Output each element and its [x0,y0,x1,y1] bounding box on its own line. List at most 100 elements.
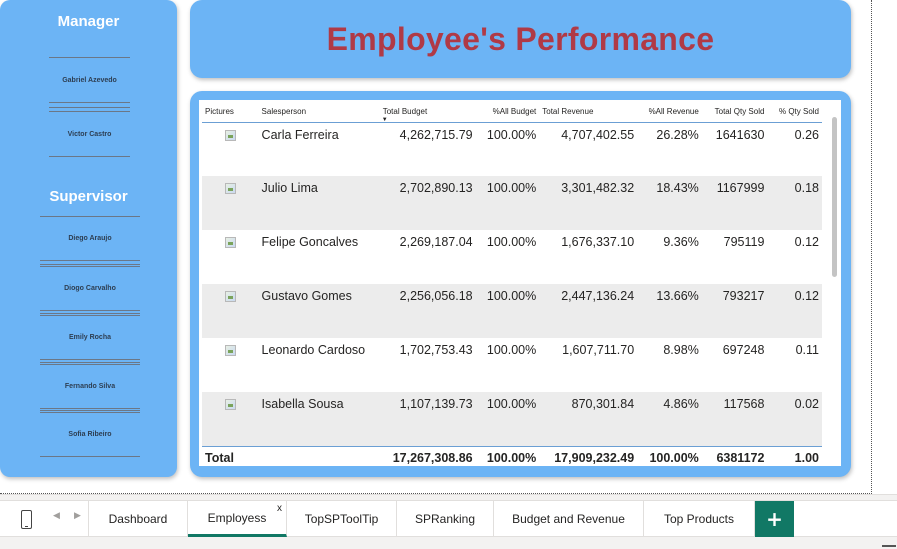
table-row[interactable]: Gustavo Gomes 2,256,056.18 100.00% 2,447… [202,284,822,338]
column-header-label: Total Budget [382,107,428,117]
broken-image-icon [225,237,236,248]
all-budget-cell: 100.00% [486,343,537,357]
column-header-total-budget[interactable]: Total Budget ▼ [379,102,476,123]
column-header-qty-sold-pct[interactable]: % Qty Sold [767,102,822,123]
total-revenue-cell: 3,301,482.32 [539,176,638,230]
supervisor-button-diogo-carvalho[interactable]: Diogo Carvalho [40,266,140,311]
all-revenue-cell: 8.98% [663,343,699,357]
broken-image-icon [225,129,236,141]
manager-heading: Manager [57,13,120,30]
total-all-budget: 100.00% [475,445,540,470]
supervisor-button-fernando-silva[interactable]: Fernando Silva [40,364,140,409]
supervisor-button-label: Fernando Silva [64,383,116,390]
all-budget-cell: 100.00% [475,392,540,446]
supervisor-button-label: Diego Araujo [68,235,112,242]
column-header-all-revenue[interactable]: %All Revenue [637,102,702,123]
canvas-boundary [871,0,872,494]
total-revenue-cell: 4,707,402.55 [561,127,635,142]
qty-pct-cell: 0.02 [767,392,822,446]
salesperson-cell: Gustavo Gomes [258,284,380,338]
column-header-total-qty-sold[interactable]: Total Qty Sold [701,102,768,123]
column-header-all-budget[interactable]: %All Budget [475,102,540,123]
broken-image-icon [225,291,236,302]
scroll-tabs-right-icon[interactable]: ▶ [74,511,81,521]
tab-strip: ◀ ▶ Dashboard Employess x TopSPToolTip S… [0,500,897,537]
add-page-button[interactable]: + [755,501,794,537]
vertical-scrollbar-thumb[interactable] [832,117,837,277]
total-revenue-cell: 2,447,136.24 [539,284,638,338]
table-row[interactable]: Carla Ferreira 4,262,715.79 100.00% 4,70… [202,122,822,176]
report-canvas: Manager Gabriel Azevedo Victor Castro Su… [0,0,872,494]
supervisor-button-label: Diogo Carvalho [64,285,116,292]
table-total-row: Total 17,267,308.86 100.00% 17,909,232.4… [202,445,822,470]
supervisor-heading: Supervisor [49,188,128,205]
total-qty-cell: 697248 [722,343,765,357]
total-revenue-cell: 1,676,337.10 [561,235,635,249]
salesperson-cell: Julio Lima [258,176,380,230]
broken-image-icon [225,399,236,410]
tab-budget-and-revenue[interactable]: Budget and Revenue [494,501,644,537]
salesperson-cell: Isabella Sousa [258,392,380,446]
divider [40,362,140,363]
table-row[interactable]: Leonardo Cardoso 1,702,753.43 100.00% 1,… [202,338,822,392]
sort-descending-icon: ▼ [381,116,388,123]
scroll-tabs-left-icon[interactable]: ◀ [53,511,60,521]
salesperson-cell: Carla Ferreira [261,127,339,142]
page-tab-bar: ◀ ▶ Dashboard Employess x TopSPToolTip S… [0,494,897,549]
broken-image-icon [225,183,236,194]
divider [40,264,140,265]
manager-button-label: Gabriel Azevedo [62,76,117,84]
tab-topsptooltip[interactable]: TopSPToolTip [287,501,397,537]
table-row[interactable]: Isabella Sousa 1,107,139.73 100.00% 870,… [202,392,822,446]
close-tab-icon[interactable]: x [277,503,282,514]
total-qty-cell: 793217 [701,284,768,338]
supervisor-button-sofia-ribeiro[interactable]: Sofia Ribeiro [40,412,140,457]
total-budget-cell: 2,269,187.04 [399,235,473,249]
tab-label: Dashboard [108,512,168,526]
total-revenue-cell: 870,301.84 [539,392,638,446]
picture-cell [202,284,259,338]
tab-label: Employess [207,510,267,525]
salesperson-cell: Felipe Goncalves [261,235,359,249]
total-budget-cell: 1,702,753.43 [399,343,473,357]
tab-label: Top Products [663,512,735,526]
column-header-pictures[interactable]: Pictures [202,102,259,123]
column-header-salesperson[interactable]: Salesperson [258,102,380,123]
picture-cell [202,338,259,392]
qty-pct-cell: 0.26 [794,127,819,142]
table-header-row: Pictures Salesperson Total Budget ▼ %All… [202,102,822,123]
tab-top-products[interactable]: Top Products [644,501,755,537]
total-budget-sum: 17,267,308.86 [379,445,476,470]
manager-button-gabriel-azevedo[interactable]: Gabriel Azevedo [49,57,130,103]
supervisor-button-diego-araujo[interactable]: Diego Araujo [40,216,140,261]
performance-table-panel: Pictures Salesperson Total Budget ▼ %All… [190,91,851,477]
total-qty-cell: 117568 [701,392,768,446]
column-header-total-revenue[interactable]: Total Revenue [539,102,638,123]
total-budget-cell: 1,107,139.73 [379,392,476,446]
manager-button-label: Victor Castro [67,130,112,138]
title-banner: Employee's Performance [190,0,851,78]
total-budget-cell: 2,256,056.18 [379,284,476,338]
tab-label: SPRanking [414,512,476,526]
tab-spranking[interactable]: SPRanking [397,501,494,537]
qty-pct-cell: 0.18 [767,176,822,230]
table-row[interactable]: Julio Lima 2,702,890.13 100.00% 3,301,48… [202,176,822,230]
total-label-cell: Total [202,445,259,470]
total-qty-cell: 1167999 [701,176,768,230]
total-qty-cell: 795119 [723,235,765,249]
divider [40,313,140,314]
all-revenue-cell: 26.28% [656,127,699,142]
total-qty-sum: 6381172 [701,445,768,470]
table-row[interactable]: Felipe Goncalves 2,269,187.04 100.00% 1,… [202,230,822,284]
mobile-layout-icon[interactable] [21,510,32,529]
tab-label: Budget and Revenue [512,512,625,526]
tab-dashboard[interactable]: Dashboard [88,501,188,537]
divider [49,107,130,108]
total-budget-cell: 4,262,715.79 [399,127,473,142]
supervisor-button-emily-rocha[interactable]: Emily Rocha [40,315,140,360]
tab-employess[interactable]: Employess x [188,501,287,537]
manager-button-victor-castro[interactable]: Victor Castro [49,111,130,157]
picture-cell [202,122,259,176]
total-qty-pct: 1.00 [767,445,822,470]
supervisor-button-label: Emily Rocha [68,334,111,341]
